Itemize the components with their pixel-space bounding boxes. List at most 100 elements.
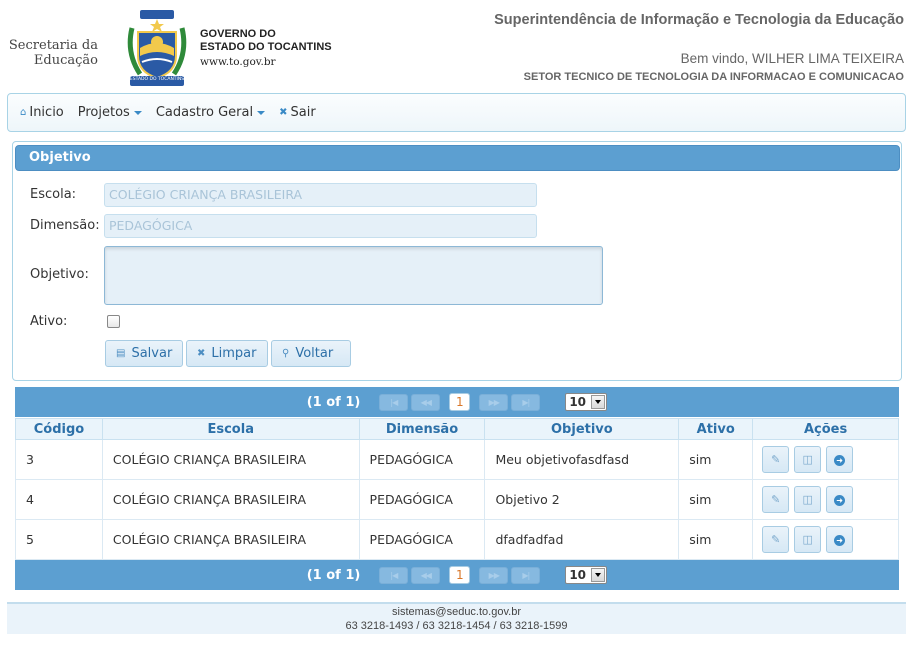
cell-acoes: ✎ ◫ ➜ [752,519,899,560]
last-page-button[interactable]: ▶| [511,393,541,411]
cell-ativo: sim [678,439,754,480]
paginator-bottom: (1 of 1) |◀ ◀◀ 1 ▶▶ ▶| 10 [15,560,899,590]
menu-projetos-label: Projetos [77,105,130,120]
trash-icon: ◫ [802,493,813,506]
menu-item-sair[interactable]: ✖ Sair [279,105,316,120]
cell-escola: COLÉGIO CRIANÇA BRASILEIRA [101,519,360,560]
sector-text: SETOR TECNICO DE TECNOLOGIA DA INFORMACA… [523,71,904,83]
rows-per-page-value: 10 [569,568,587,582]
disk-icon: ▤ [116,348,126,359]
cell-acoes: ✎ ◫ ➜ [752,479,899,520]
arrow-right-circle-icon: ➜ [834,534,846,546]
page-number-button[interactable]: 1 [449,393,471,411]
objetivos-table: Código Escola Dimensão Objetivo Ativo Aç… [15,418,899,560]
home-icon: ⌂ [20,107,27,118]
prev-page-button[interactable]: ◀◀ [411,393,441,411]
chevron-down-icon [591,568,606,582]
col-ativo[interactable]: Ativo [678,418,754,440]
cell-acoes: ✎ ◫ ➜ [752,439,899,480]
col-objetivo[interactable]: Objetivo [484,418,680,440]
seal-ribbon-text: ESTADO DO TOCANTINS [129,77,185,82]
col-escola[interactable]: Escola [101,418,360,440]
menu-home-label: Inicio [29,105,64,120]
table-row: 3 COLÉGIO CRIANÇA BRASILEIRA PEDAGÓGICA … [15,439,899,480]
page-number-button[interactable]: 1 [449,566,471,584]
rows-per-page-select[interactable]: 10 [565,393,608,411]
trash-icon: ◫ [802,453,813,466]
cell-codigo: 3 [15,439,103,480]
col-dimensao[interactable]: Dimensão [358,418,486,440]
arrow-right-circle-icon: ➜ [834,454,846,466]
delete-button[interactable]: ◫ [794,526,822,553]
rows-per-page-select[interactable]: 10 [565,566,608,584]
go-button[interactable]: ➜ [826,486,854,513]
cell-escola: COLÉGIO CRIANÇA BRASILEIRA [101,479,360,520]
voltar-button[interactable]: ⚲ Voltar [271,340,351,367]
cell-objetivo: Meu objetivofasdfasd [484,439,680,480]
edit-button[interactable]: ✎ [762,526,790,553]
col-acoes: Ações [752,418,899,440]
edit-button[interactable]: ✎ [762,446,790,473]
escola-field[interactable]: COLÉGIO CRIANÇA BRASILEIRA [104,183,537,207]
cell-codigo: 5 [15,519,103,560]
cell-ativo: sim [678,519,754,560]
salvar-label: Salvar [131,346,173,361]
escola-label: Escola: [30,187,77,202]
cell-objetivo: dfadfadfad [484,519,680,560]
delete-button[interactable]: ◫ [794,446,822,473]
go-button[interactable]: ➜ [826,446,854,473]
chevron-down-icon [133,111,142,115]
pencil-icon: ✎ [771,453,781,466]
page-header: Secretaria da Educação ESTADO DO TOCANTI… [0,0,916,92]
gov-line-2: ESTADO DO TOCANTINS [200,41,332,53]
table-row: 4 COLÉGIO CRIANÇA BRASILEIRA PEDAGÓGICA … [15,479,899,520]
cell-ativo: sim [678,479,754,520]
first-page-button[interactable]: |◀ [379,566,409,584]
search-icon: ⚲ [282,348,290,359]
delete-button[interactable]: ◫ [794,486,822,513]
menu-item-projetos[interactable]: Projetos [78,105,142,120]
close-icon: ✖ [279,107,288,118]
last-page-button[interactable]: ▶| [511,566,541,584]
next-page-button[interactable]: ▶▶ [479,393,509,411]
gov-line-1: GOVERNO DO [200,28,276,40]
dimensao-label: Dimensão: [30,218,100,233]
menu-cadastro-label: Cadastro Geral [155,105,254,120]
objetivo-textarea[interactable] [104,246,603,305]
panel-title: Objetivo [15,145,900,171]
limpar-label: Limpar [211,346,257,361]
welcome-user-text: Bem vindo, WILHER LIMA TEIXEIRA [680,51,904,66]
next-page-button[interactable]: ▶▶ [479,566,509,584]
dimensao-field[interactable]: PEDAGÓGICA [104,214,537,238]
prev-page-button[interactable]: ◀◀ [411,566,441,584]
pencil-icon: ✎ [771,533,781,546]
table-row: 5 COLÉGIO CRIANÇA BRASILEIRA PEDAGÓGICA … [15,519,899,560]
rows-per-page-value: 10 [569,395,587,409]
cell-codigo: 4 [15,479,103,520]
ativo-checkbox[interactable] [107,315,120,328]
page-info: (1 of 1) [306,394,361,410]
salvar-button[interactable]: ▤ Salvar [105,340,183,367]
government-label: GOVERNO DO ESTADO DO TOCANTINS www.to.go… [200,28,332,69]
footer-email: sistemas@seduc.to.gov.br [392,606,521,618]
secretaria-title: Secretaria da Educação [8,38,98,68]
cell-dimensao: PEDAGÓGICA [358,479,486,520]
edit-button[interactable]: ✎ [762,486,790,513]
ativo-label: Ativo: [30,314,68,329]
page-footer: sistemas@seduc.to.gov.br 63 3218-1493 / … [7,602,906,634]
cell-dimensao: PEDAGÓGICA [358,519,486,560]
col-codigo[interactable]: Código [15,418,103,440]
menu-item-home[interactable]: ⌂ Inicio [20,105,64,120]
pencil-icon: ✎ [771,493,781,506]
gov-url-link[interactable]: www.to.gov.br [200,56,332,69]
main-menubar: ⌂ Inicio Projetos Cadastro Geral ✖ Sair [7,93,906,132]
cell-escola: COLÉGIO CRIANÇA BRASILEIRA [101,439,360,480]
trash-icon: ◫ [802,533,813,546]
paginator-top: (1 of 1) |◀ ◀◀ 1 ▶▶ ▶| 10 [15,387,899,417]
menu-item-cadastro-geral[interactable]: Cadastro Geral [155,105,266,120]
first-page-button[interactable]: |◀ [379,393,409,411]
go-button[interactable]: ➜ [826,526,854,553]
objetivo-form-panel: Objetivo Escola: COLÉGIO CRIANÇA BRASILE… [12,141,902,381]
objetivo-label: Objetivo: [30,267,89,282]
limpar-button[interactable]: ✖ Limpar [186,340,268,367]
